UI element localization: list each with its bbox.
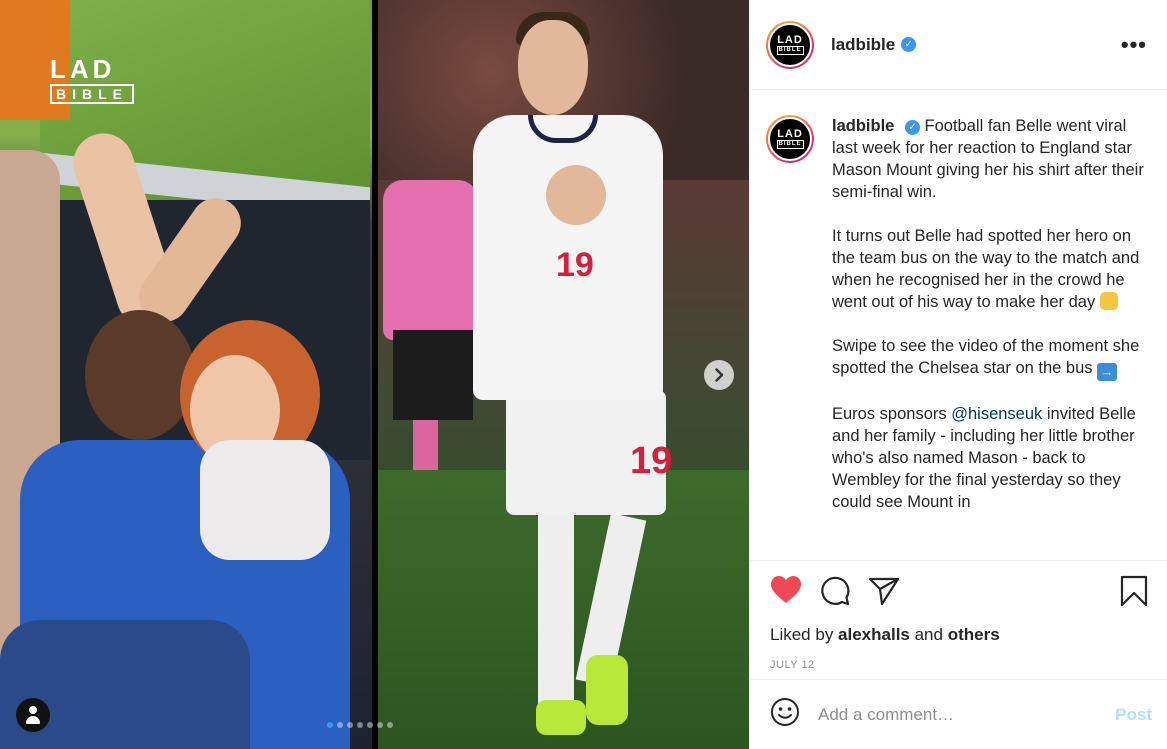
right-arrow-emoji-icon: → — [1097, 363, 1118, 381]
verified-badge-icon: ✓ — [904, 120, 920, 135]
carousel-indicator — [327, 722, 393, 728]
post-header: LAD BIBLE ladbible ✓ ••• — [750, 0, 1167, 90]
carousel-dot — [337, 722, 343, 728]
emoji-picker-button[interactable] — [770, 697, 800, 732]
liked-by-user-link[interactable]: alexhalls — [838, 625, 910, 644]
comment-bar: Post — [750, 679, 1167, 749]
paper-plane-icon — [868, 577, 900, 606]
caption-paragraph-4: Euros sponsors — [832, 405, 952, 423]
post-media-carousel[interactable]: LAD BIBLE 19 19 — [0, 0, 749, 749]
verified-badge-icon: ✓ — [901, 37, 917, 52]
chevron-right-icon — [715, 368, 724, 382]
ladbible-watermark: LAD BIBLE — [50, 56, 134, 104]
bookmark-icon — [1120, 575, 1148, 607]
comment-button[interactable] — [819, 575, 851, 612]
pleading-hands-emoji-icon — [1099, 292, 1118, 310]
share-button[interactable] — [868, 575, 900, 612]
carousel-next-button[interactable] — [704, 360, 734, 390]
caption-paragraph-3: Swipe to see the video of the moment she… — [832, 337, 1140, 377]
mention-link[interactable]: @hisenseuk — [951, 405, 1042, 423]
post-actions: Liked by alexhalls and others JULY 12 — [750, 560, 1167, 671]
post-side-panel: LAD BIBLE ladbible ✓ ••• LAD BIBLE ladbi… — [749, 0, 1167, 749]
player-photo: 19 19 — [378, 0, 749, 749]
carousel-dot — [367, 722, 373, 728]
avatar[interactable]: LAD BIBLE — [766, 20, 814, 69]
carousel-dot — [377, 722, 383, 728]
heart-icon — [771, 576, 801, 603]
carousel-dot — [387, 722, 393, 728]
liked-by-others-link[interactable]: others — [948, 625, 1000, 644]
header-username-link[interactable]: ladbible — [831, 35, 895, 55]
carousel-dot — [357, 722, 363, 728]
likes-summary: Liked by alexhalls and others — [770, 625, 1000, 644]
caption-paragraph-2: It turns out Belle had spotted her hero … — [832, 227, 1140, 311]
shorts-number: 19 — [630, 440, 673, 482]
like-button[interactable] — [770, 575, 802, 610]
more-options-button[interactable]: ••• — [1121, 32, 1147, 58]
post-caption: ladbible ✓ Football fan Belle went viral… — [832, 117, 1144, 511]
post-date[interactable]: JULY 12 — [770, 659, 1152, 671]
user-icon — [29, 706, 37, 714]
shirt-number: 19 — [556, 246, 594, 284]
save-button[interactable] — [1120, 575, 1148, 612]
caption-username-link[interactable]: ladbible — [832, 117, 894, 135]
smiley-icon — [771, 698, 799, 726]
carousel-dot — [347, 722, 353, 728]
comment-icon — [821, 576, 850, 606]
carousel-dot — [327, 722, 333, 728]
caption-scroll-area[interactable]: LAD BIBLE ladbible ✓ Football fan Belle … — [750, 91, 1167, 559]
comment-input[interactable] — [818, 704, 1088, 725]
tagged-users-button[interactable] — [16, 698, 50, 732]
fan-reaction-photo: LAD BIBLE — [0, 0, 372, 749]
caption-avatar[interactable]: LAD BIBLE — [766, 115, 814, 163]
post-comment-button[interactable]: Post — [1115, 705, 1152, 725]
